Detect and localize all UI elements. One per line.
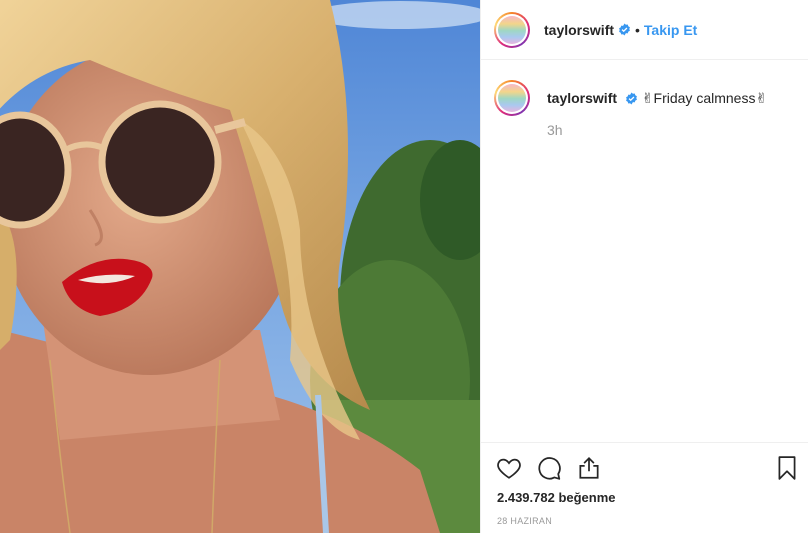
username-link[interactable]: taylorswift — [544, 22, 614, 38]
caption-username-link[interactable]: taylorswift — [547, 90, 617, 106]
heart-icon[interactable] — [496, 455, 524, 483]
post-actions: 2.439.782 beğenme 28 HAZIRAN — [481, 442, 808, 533]
post-time-ago[interactable]: 3h — [547, 121, 767, 139]
verified-badge-icon — [625, 92, 637, 105]
verified-badge-icon — [619, 23, 630, 36]
caption-avatar[interactable] — [494, 80, 530, 116]
action-icons — [496, 455, 801, 483]
post-image — [0, 0, 480, 533]
share-icon[interactable] — [576, 455, 604, 483]
post-side-panel: taylorswift • Takip Et taylorswift ✌Frid… — [480, 0, 808, 533]
bookmark-icon[interactable] — [774, 455, 802, 483]
caption-body: taylorswift ✌Friday calmness✌ 3h — [547, 80, 767, 139]
profile-avatar[interactable] — [494, 11, 530, 48]
post-header: taylorswift • Takip Et — [481, 0, 808, 60]
separator-dot: • — [635, 21, 640, 38]
follow-button[interactable]: Takip Et — [644, 22, 697, 38]
likes-count[interactable]: 2.439.782 beğenme — [497, 490, 616, 505]
post-date[interactable]: 28 HAZIRAN — [497, 516, 552, 526]
caption-text: ✌Friday calmness✌ — [641, 90, 768, 106]
caption-comment: taylorswift ✌Friday calmness✌ 3h — [494, 80, 794, 139]
post-photo[interactable] — [0, 0, 480, 533]
comment-icon[interactable] — [536, 455, 564, 483]
